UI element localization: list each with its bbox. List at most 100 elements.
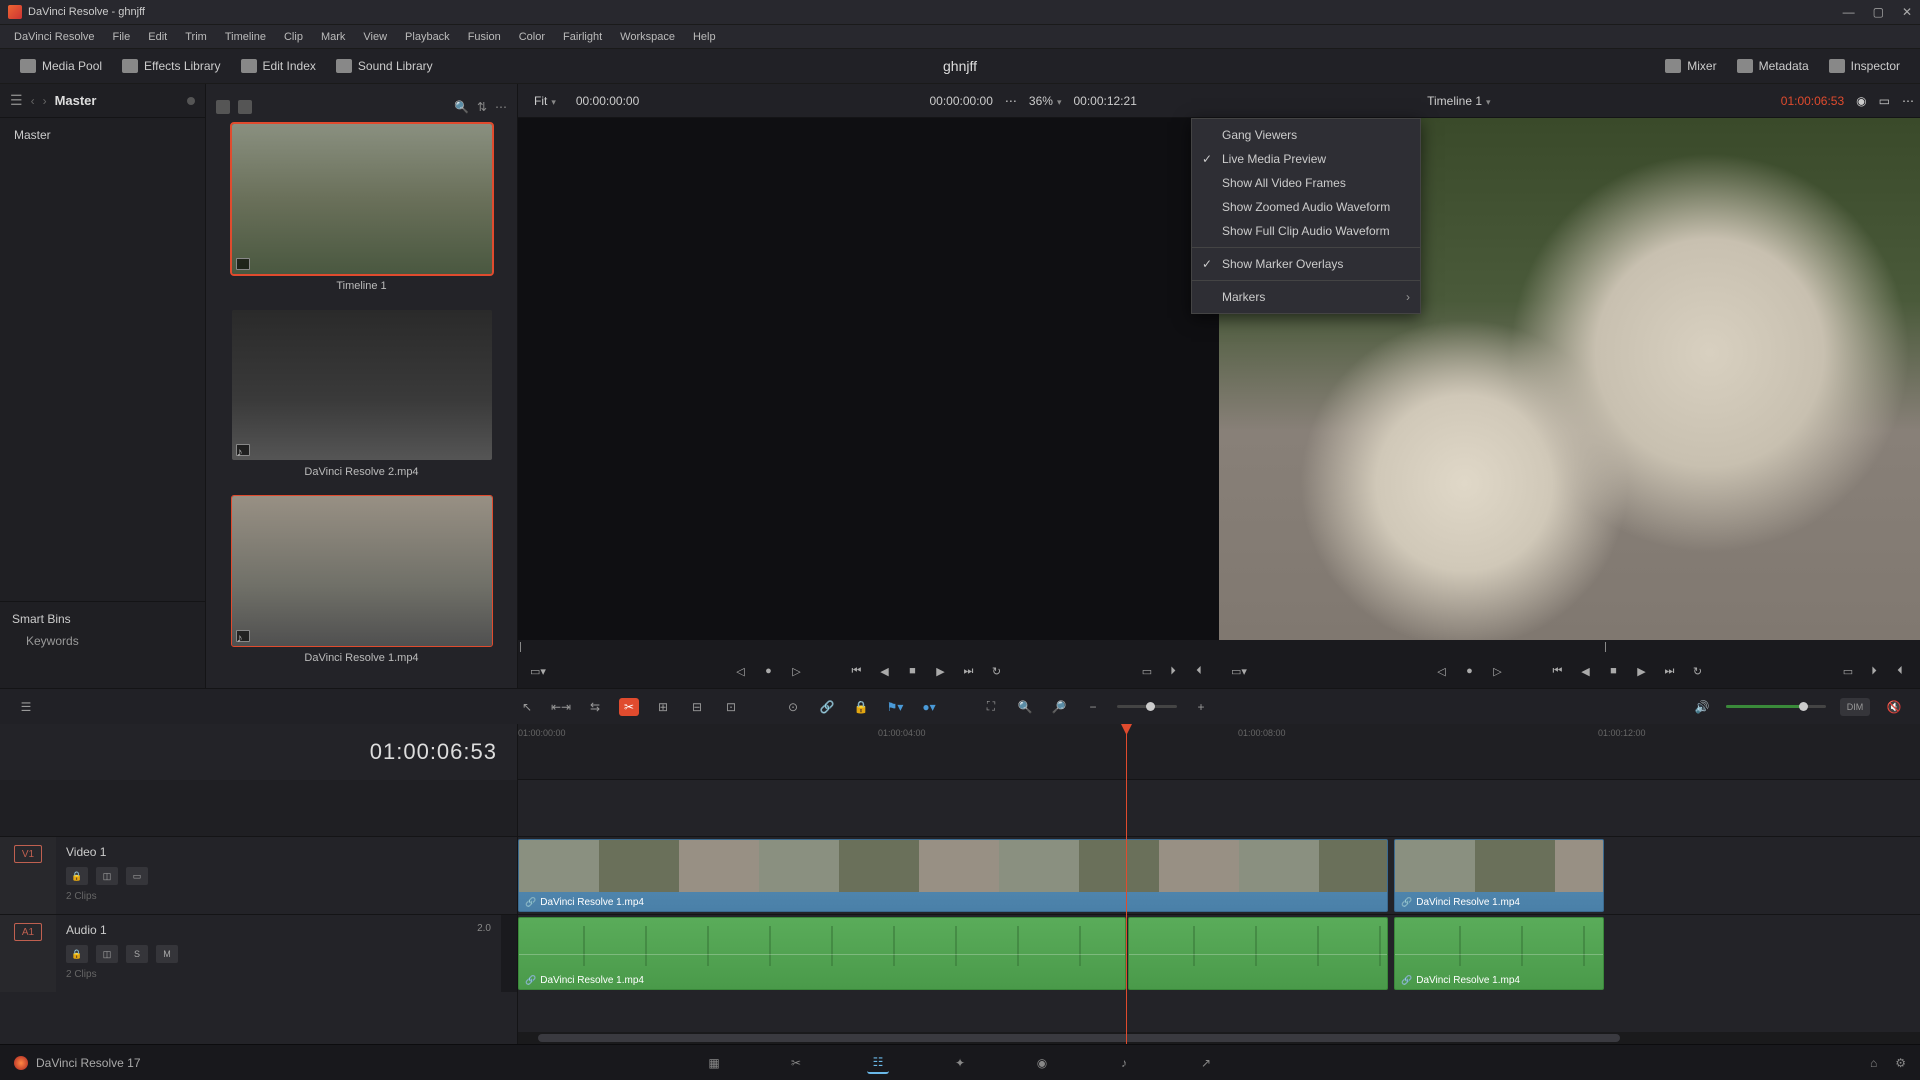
out-point-icon[interactable]: ⏴ — [1191, 663, 1207, 679]
stop-icon[interactable]: ■ — [905, 663, 921, 679]
link-icon[interactable]: 🔗 — [817, 698, 837, 716]
source-options-icon[interactable]: ⋯ — [999, 94, 1023, 108]
tl-step-back-icon[interactable]: ◀ — [1578, 663, 1594, 679]
menu-help[interactable]: Help — [685, 28, 724, 46]
fusion-page-icon[interactable]: ✦ — [949, 1052, 971, 1074]
ctx-gang-viewers[interactable]: Gang Viewers — [1192, 123, 1420, 147]
clip-thumb-timeline1[interactable]: Timeline 1 — [216, 124, 507, 292]
ctx-markers[interactable]: Markers — [1192, 285, 1420, 309]
go-last-icon[interactable]: ⏭ — [961, 663, 977, 679]
ctx-marker-overlays[interactable]: Show Marker Overlays — [1192, 252, 1420, 276]
mute-icon[interactable]: 🔇 — [1884, 698, 1904, 716]
timeline-options-icon[interactable]: ⋯ — [1896, 94, 1920, 108]
fairlight-page-icon[interactable]: ♪ — [1113, 1052, 1135, 1074]
tl-stop-icon[interactable]: ■ — [1606, 663, 1622, 679]
media-page-icon[interactable]: ▦ — [703, 1052, 725, 1074]
loop-icon[interactable]: ↻ — [989, 663, 1005, 679]
tl-mode-icon[interactable]: ▭▾ — [1231, 663, 1247, 679]
smart-bin-keywords[interactable]: Keywords — [12, 634, 193, 648]
atrack-auto-icon[interactable]: ◫ — [96, 945, 118, 963]
tl-loop-icon[interactable]: ↻ — [1690, 663, 1706, 679]
audio-clip-1a[interactable]: 🔗DaVinci Resolve 1.mp4 — [518, 917, 1126, 990]
menu-fusion[interactable]: Fusion — [460, 28, 509, 46]
tl-jog-back-icon[interactable]: ◁ — [1434, 663, 1450, 679]
flag-icon[interactable]: ⚑▾ — [885, 698, 905, 716]
zoom-custom-icon[interactable]: 🔎 — [1049, 698, 1069, 716]
trim-tool-icon[interactable]: ⇤⇥ — [551, 698, 571, 716]
search-icon[interactable]: 🔍 — [454, 100, 469, 114]
tl-go-first-icon[interactable]: ⏮ — [1550, 663, 1566, 679]
audio-clip-2[interactable]: 🔗DaVinci Resolve 1.mp4 — [1394, 917, 1604, 990]
menu-timeline[interactable]: Timeline — [217, 28, 274, 46]
track-lock-icon[interactable]: 🔒 — [66, 867, 88, 885]
timeline-canvas[interactable]: Gang Viewers Live Media Preview Show All… — [1219, 118, 1920, 640]
monitor-volume-icon[interactable]: 🔊 — [1692, 698, 1712, 716]
jog-back-icon[interactable]: ◁ — [733, 663, 749, 679]
thumb-view-icon[interactable] — [216, 100, 230, 114]
clip-thumb-2[interactable]: ♪ DaVinci Resolve 2.mp4 — [216, 310, 507, 478]
go-first-icon[interactable]: ⏮ — [849, 663, 865, 679]
menu-file[interactable]: File — [105, 28, 139, 46]
audio-clip-1b[interactable] — [1128, 917, 1388, 990]
ctx-all-frames[interactable]: Show All Video Frames — [1192, 171, 1420, 195]
tl-jog-dot-icon[interactable]: ● — [1462, 663, 1478, 679]
play-icon[interactable]: ▶ — [933, 663, 949, 679]
ctx-zoom-waveform[interactable]: Show Zoomed Audio Waveform — [1192, 195, 1420, 219]
timeline-timecode-display[interactable]: 01:00:06:53 — [0, 724, 517, 780]
effects-library-toggle[interactable]: Effects Library — [112, 55, 230, 77]
nav-back-icon[interactable]: ‹ — [31, 94, 35, 108]
timeline-selector[interactable]: Timeline 1 — [1421, 94, 1496, 108]
timeline-zoom-pct[interactable]: 36% — [1023, 94, 1068, 108]
video-track-lane[interactable]: 🔗DaVinci Resolve 1.mp4 🔗DaVinci Resolve … — [518, 836, 1920, 914]
ctx-full-waveform[interactable]: Show Full Clip Audio Waveform — [1192, 219, 1420, 243]
minimize-button[interactable]: — — [1843, 5, 1855, 19]
atrack-solo-button[interactable]: S — [126, 945, 148, 963]
smart-bins-header[interactable]: Smart Bins — [12, 612, 193, 626]
source-canvas[interactable] — [518, 118, 1219, 640]
project-settings-icon[interactable]: ⚙ — [1895, 1056, 1906, 1070]
master-bin[interactable]: Master — [14, 128, 191, 142]
zoom-slider[interactable] — [1117, 705, 1177, 708]
replace-clip-icon[interactable]: ⊡ — [721, 698, 741, 716]
audio-track-lane[interactable]: 🔗DaVinci Resolve 1.mp4 🔗DaVinci Resolve … — [518, 914, 1920, 992]
video-clip-1[interactable]: 🔗DaVinci Resolve 1.mp4 — [518, 839, 1388, 912]
maximize-button[interactable]: ▢ — [1873, 5, 1884, 19]
list-view-icon[interactable] — [238, 100, 252, 114]
zoom-detail-icon[interactable]: 🔍 — [1015, 698, 1035, 716]
deliver-page-icon[interactable]: ↗ — [1195, 1052, 1217, 1074]
tl-go-last-icon[interactable]: ⏭ — [1662, 663, 1678, 679]
edit-index-toggle[interactable]: Edit Index — [231, 55, 326, 77]
media-pool-toggle[interactable]: Media Pool — [10, 55, 112, 77]
source-scrubber[interactable] — [518, 640, 1219, 654]
options-icon[interactable]: ⋯ — [495, 100, 507, 114]
timeline-view-options-icon[interactable]: ☰ — [16, 698, 36, 716]
jog-fwd-icon[interactable]: ▷ — [789, 663, 805, 679]
timeline-playhead[interactable] — [1126, 724, 1127, 1044]
dim-button[interactable]: DIM — [1840, 698, 1870, 716]
menu-clip[interactable]: Clip — [276, 28, 311, 46]
bin-path[interactable]: Master — [55, 93, 179, 108]
video-clip-2[interactable]: 🔗DaVinci Resolve 1.mp4 — [1394, 839, 1604, 912]
panel-menu-icon[interactable]: ☰ — [10, 92, 23, 109]
menu-playback[interactable]: Playback — [397, 28, 458, 46]
color-page-icon[interactable]: ◉ — [1031, 1052, 1053, 1074]
close-button[interactable]: ✕ — [1902, 5, 1912, 19]
ctx-live-preview[interactable]: Live Media Preview — [1192, 147, 1420, 171]
inspector-toggle[interactable]: Inspector — [1819, 55, 1910, 77]
step-back-icon[interactable]: ◀ — [877, 663, 893, 679]
zoom-out-icon[interactable]: − — [1083, 698, 1103, 716]
volume-slider[interactable] — [1726, 705, 1826, 708]
insert-clip-icon[interactable]: ⊞ — [653, 698, 673, 716]
tl-play-icon[interactable]: ▶ — [1634, 663, 1650, 679]
timeline-ruler[interactable]: 01:00:00:00 01:00:04:00 01:00:08:00 01:0… — [518, 724, 1920, 780]
tl-match-frame-icon[interactable]: ▭ — [1840, 663, 1856, 679]
nav-fwd-icon[interactable]: › — [43, 94, 47, 108]
menu-davinci[interactable]: DaVinci Resolve — [6, 28, 103, 46]
marker-icon[interactable]: ●▾ — [919, 698, 939, 716]
menu-workspace[interactable]: Workspace — [612, 28, 683, 46]
blade-tool-icon[interactable]: ✂ — [619, 698, 639, 716]
zoom-in-icon[interactable]: + — [1191, 698, 1211, 716]
tl-jog-fwd-icon[interactable]: ▷ — [1490, 663, 1506, 679]
a1-tag[interactable]: A1 — [14, 923, 42, 941]
jog-dot-icon[interactable]: ● — [761, 663, 777, 679]
